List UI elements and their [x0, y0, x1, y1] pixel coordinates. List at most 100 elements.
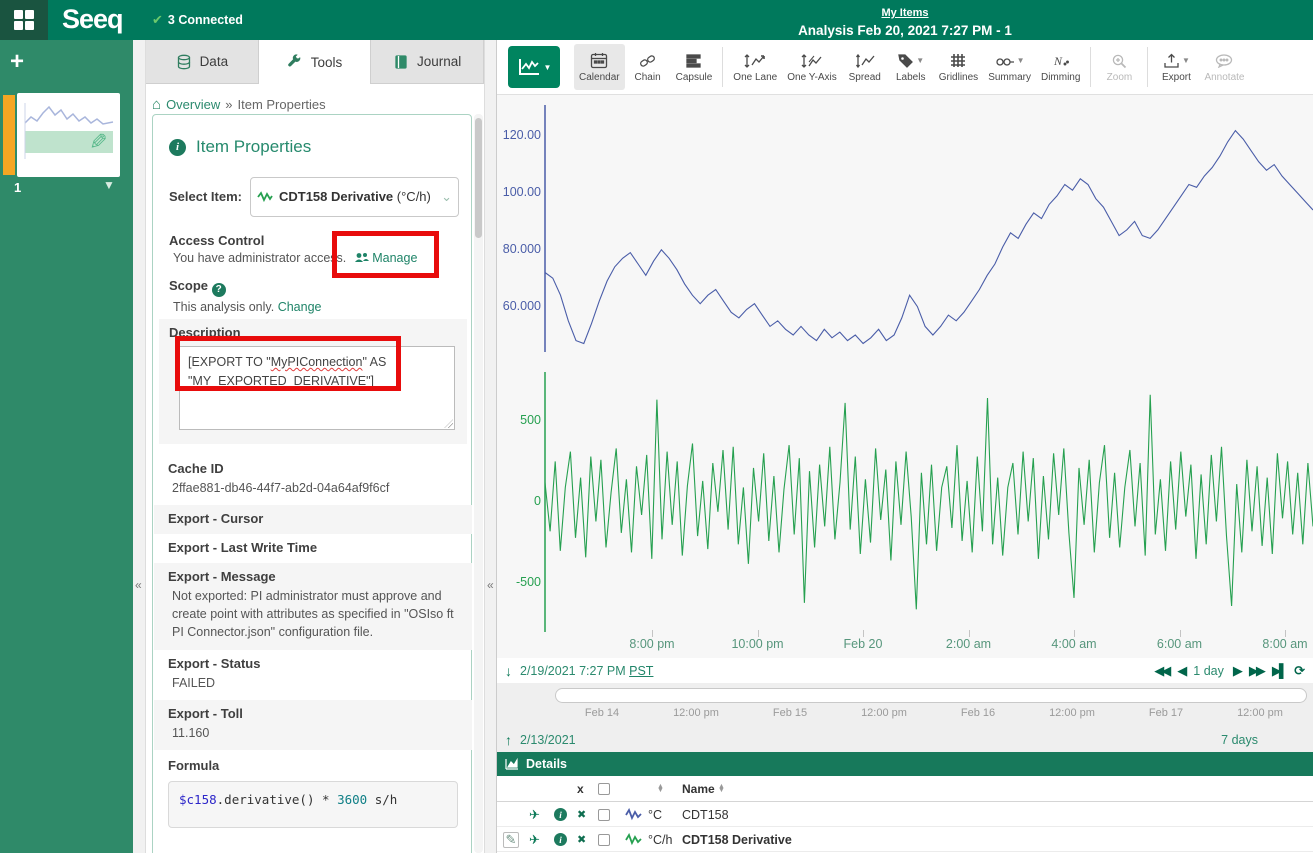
- apps-grid-icon: [14, 10, 34, 30]
- property-label: Export - Last Write Time: [168, 540, 458, 555]
- misspelled-word: MyPIConnection: [271, 355, 363, 369]
- display-range-arrow-icon: ↓: [505, 663, 512, 679]
- collapse-panel-right-handle[interactable]: «: [484, 40, 497, 853]
- resize-handle[interactable]: [444, 419, 453, 428]
- property-row: Export - Last Write Time: [154, 534, 472, 563]
- name-column-header[interactable]: Name ▲▼: [682, 776, 725, 802]
- gridlines-icon: [950, 52, 966, 70]
- details-row[interactable]: ✈ i ✖ °C CDT158: [497, 802, 1313, 827]
- chevron-down-icon[interactable]: ▼: [103, 178, 115, 192]
- add-worksheet-button[interactable]: +: [10, 50, 24, 74]
- collapse-panel-left-handle[interactable]: «: [133, 40, 146, 853]
- remove-column-header[interactable]: x: [577, 776, 584, 802]
- panel-scrollbar[interactable]: [474, 114, 483, 853]
- x-axis-tick: [863, 630, 864, 637]
- item-name[interactable]: CDT158: [682, 802, 729, 827]
- sort-icon[interactable]: ▲▼: [657, 785, 664, 793]
- timeline-tick-label: Feb 17: [1119, 707, 1213, 719]
- property-value: Not exported: PI administrator must appr…: [168, 587, 458, 641]
- property-value: FAILED: [168, 674, 458, 692]
- row-checkbox[interactable]: [598, 809, 610, 821]
- summary-button[interactable]: ▼Summary: [983, 44, 1036, 90]
- x-axis-tick-label: 4:00 am: [1051, 637, 1096, 651]
- item-select-dropdown[interactable]: CDT158 Derivative (°C/h) ⌄: [250, 177, 459, 217]
- journal-icon: [393, 54, 409, 70]
- tab-data[interactable]: Data: [146, 40, 259, 84]
- capsule-button[interactable]: Capsule: [671, 44, 718, 90]
- info-icon[interactable]: i: [554, 808, 567, 821]
- trend-chart-region[interactable]: 120.00100.0080.00060.0005000-500 8:00 pm…: [497, 95, 1313, 658]
- calendar-button[interactable]: Calendar: [574, 44, 625, 90]
- info-icon: i: [169, 139, 186, 156]
- y-axis-tick-label: 0: [497, 494, 541, 508]
- row-checkbox[interactable]: [598, 834, 610, 846]
- my-items-link[interactable]: My Items: [881, 7, 928, 19]
- spread-button[interactable]: Spread: [842, 44, 888, 90]
- property-row: Export - Status FAILED: [154, 650, 472, 700]
- timeline-tick-label: 12:00 pm: [837, 707, 931, 719]
- property-label: Export - Cursor: [168, 511, 458, 526]
- dimming-button[interactable]: NDimming: [1036, 44, 1085, 90]
- trend-view-button[interactable]: ▼: [508, 46, 560, 88]
- select-all-checkbox[interactable]: [598, 783, 610, 795]
- gridlines-button[interactable]: Gridlines: [934, 44, 983, 90]
- property-label: Export - Status: [168, 656, 458, 671]
- step-back-much-button[interactable]: ◀◀: [1154, 663, 1168, 679]
- description-textarea[interactable]: [EXPORT TO "MyPIConnection" AS "MY_EXPOR…: [179, 346, 455, 430]
- x-axis-tick: [652, 630, 653, 637]
- property-value: 11.160: [168, 724, 458, 742]
- trend-toolbar: ▼ CalendarChainCapsuleOne LaneOne Y-Axis…: [497, 40, 1313, 95]
- y-axis-tick-label: 80.000: [497, 242, 541, 256]
- details-panel-header[interactable]: Details: [497, 752, 1313, 776]
- summary-icon: ▼: [995, 52, 1025, 70]
- step-back-button[interactable]: ◀: [1177, 663, 1184, 679]
- timeline-range-bar[interactable]: [555, 688, 1307, 703]
- step-forward-button[interactable]: ▶: [1233, 663, 1240, 679]
- one-lane-button[interactable]: One Lane: [728, 44, 782, 90]
- property-label: Export - Message: [168, 569, 458, 584]
- remove-icon[interactable]: ✖: [577, 808, 586, 821]
- apps-grid-button[interactable]: [0, 0, 48, 40]
- annotate-button: Annotate: [1199, 44, 1249, 90]
- tab-tools[interactable]: Tools: [259, 40, 372, 84]
- item-properties-card: i Item Properties Select Item: CDT158 De…: [152, 114, 472, 853]
- worksheet-number: 1: [14, 180, 21, 195]
- export-button[interactable]: ▼Export: [1153, 44, 1199, 90]
- toolbar-separator: [1147, 47, 1148, 87]
- dimming-icon: N: [1052, 52, 1070, 70]
- sort-icon[interactable]: ▲▼: [718, 785, 725, 793]
- one-y-axis-button[interactable]: One Y-Axis: [782, 44, 841, 90]
- x-axis-tick-label: Feb 20: [844, 637, 883, 651]
- check-icon: ✔: [152, 12, 163, 28]
- y-axis-tick-label: 500: [497, 413, 541, 427]
- item-name[interactable]: CDT158 Derivative: [682, 827, 792, 852]
- labels-button[interactable]: ▼Labels: [888, 44, 934, 90]
- send-icon[interactable]: ✈: [529, 832, 540, 848]
- toolbar-separator: [722, 47, 723, 87]
- edit-icon[interactable]: ✎: [503, 832, 519, 848]
- connected-status[interactable]: ✔ 3 Connected: [152, 12, 243, 28]
- manage-access-link[interactable]: Manage: [372, 251, 417, 265]
- formula-section: Formula $c158.derivative() * 3600 s/h: [154, 750, 472, 836]
- step-to-end-button[interactable]: ▶▌: [1272, 663, 1285, 679]
- send-icon[interactable]: ✈: [529, 807, 540, 823]
- tab-journal[interactable]: Journal: [371, 40, 484, 84]
- home-icon[interactable]: ⌂: [152, 96, 161, 113]
- change-scope-link[interactable]: Change: [278, 300, 322, 314]
- timezone-link[interactable]: PST: [629, 664, 653, 678]
- chain-button[interactable]: Chain: [625, 44, 671, 90]
- edit-worksheet-icon[interactable]: ✎: [84, 132, 110, 150]
- auto-update-icon[interactable]: ⟳: [1294, 663, 1305, 679]
- export-icon: ▼: [1163, 52, 1190, 70]
- details-row[interactable]: ✎✈ i ✖ °C/h CDT158 Derivative: [497, 827, 1313, 852]
- x-axis-tick: [969, 630, 970, 637]
- breadcrumb-overview-link[interactable]: Overview: [166, 97, 220, 112]
- range-duration[interactable]: 1 day: [1193, 664, 1224, 678]
- one-lane-icon: [744, 52, 766, 70]
- remove-icon[interactable]: ✖: [577, 833, 586, 846]
- formula-code[interactable]: $c158.derivative() * 3600 s/h: [168, 781, 458, 828]
- info-icon[interactable]: i: [554, 833, 567, 846]
- help-icon[interactable]: ?: [212, 283, 226, 297]
- step-forward-much-button[interactable]: ▶▶: [1249, 663, 1263, 679]
- svg-text:N: N: [1053, 54, 1063, 68]
